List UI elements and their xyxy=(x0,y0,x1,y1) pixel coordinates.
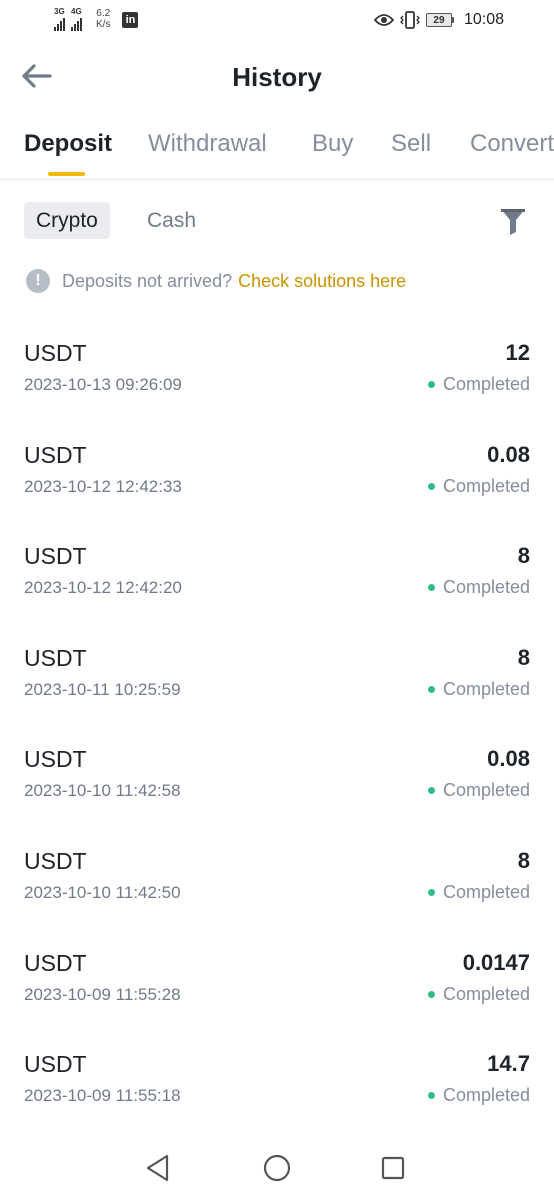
chip-cash[interactable]: Cash xyxy=(135,202,208,239)
tab-sell[interactable]: Sell xyxy=(391,130,431,158)
tab-withdrawal[interactable]: Withdrawal xyxy=(148,130,267,158)
tab-convert[interactable]: Convert xyxy=(470,130,554,158)
status-text: Completed xyxy=(442,983,530,1004)
status-dot-icon xyxy=(427,990,435,998)
battery-level: 29 xyxy=(425,13,452,27)
deposit-date: 2023-10-12 12:42:20 xyxy=(24,578,182,598)
nav-back-button[interactable] xyxy=(138,1148,178,1188)
list-item[interactable]: USDT 2023-10-10 11:42:50 8 Completed xyxy=(0,838,554,940)
status-text: Completed xyxy=(442,678,530,699)
status-dot-icon xyxy=(427,1092,435,1100)
coin-name: USDT xyxy=(24,644,87,671)
network-speed: 6.2 K/s xyxy=(96,8,110,30)
status-text: Completed xyxy=(442,881,530,902)
status-text: Completed xyxy=(442,374,530,394)
status-badge: Completed xyxy=(427,577,530,598)
signal-3g-label: 3G xyxy=(54,7,65,16)
header: History xyxy=(0,48,554,108)
coin-name: USDT xyxy=(24,340,87,366)
battery-icon: 29 xyxy=(425,13,454,27)
page-title: History xyxy=(232,62,322,92)
deposit-date: 2023-10-09 11:55:28 xyxy=(24,984,181,1004)
status-bar: 3G 4G 6.2 K/s in 29 10:08 xyxy=(0,0,554,44)
status-dot-icon xyxy=(427,787,435,795)
status-text: Completed xyxy=(442,577,530,598)
status-text: Completed xyxy=(442,780,530,801)
coin-name: USDT xyxy=(24,1051,87,1078)
status-badge: Completed xyxy=(427,780,530,801)
coin-name: USDT xyxy=(24,543,87,570)
coin-name: USDT xyxy=(24,441,87,468)
signal-4g-icon: 4G xyxy=(71,8,82,31)
system-nav-bar xyxy=(0,1136,554,1200)
signal-3g-icon: 3G xyxy=(54,8,65,31)
deposit-amount: 8 xyxy=(517,644,530,670)
linkedin-icon: in xyxy=(122,12,139,28)
coin-name: USDT xyxy=(24,847,87,874)
coin-name: USDT xyxy=(24,746,87,773)
vibrate-icon xyxy=(400,11,420,29)
deposit-date: 2023-10-10 11:42:50 xyxy=(24,882,181,902)
deposit-notice: ! Deposits not arrived? Check solutions … xyxy=(26,266,406,296)
list-item[interactable]: USDT 2023-10-10 11:42:58 0.08 Completed xyxy=(0,736,554,838)
deposit-date: 2023-10-12 12:42:33 xyxy=(24,476,182,496)
clock: 10:08 xyxy=(463,11,504,28)
status-dot-icon xyxy=(427,482,435,490)
notice-text: Deposits not arrived? xyxy=(62,270,233,291)
status-badge: Completed xyxy=(427,374,530,395)
coin-name: USDT xyxy=(24,949,87,976)
deposit-amount: 14.7 xyxy=(487,1051,530,1077)
deposit-date: 2023-10-13 09:26:09 xyxy=(24,375,182,394)
tab-buy[interactable]: Buy xyxy=(312,130,353,158)
status-dot-icon xyxy=(427,381,435,388)
funnel-icon[interactable] xyxy=(500,208,526,236)
nav-home-button[interactable] xyxy=(257,1148,297,1188)
status-dot-icon xyxy=(427,888,435,896)
deposit-amount: 0.08 xyxy=(487,746,530,772)
status-dot-icon xyxy=(427,584,435,592)
list-item[interactable]: USDT 2023-10-12 12:42:20 8 Completed xyxy=(0,533,554,635)
tab-deposit[interactable]: Deposit xyxy=(24,130,112,158)
list-item[interactable]: USDT 2023-10-09 11:55:28 0.0147 Complete… xyxy=(0,940,554,1042)
deposit-date: 2023-10-10 11:42:58 xyxy=(24,781,181,801)
deposit-amount: 0.08 xyxy=(487,441,530,467)
status-badge: Completed xyxy=(427,678,530,700)
deposit-date: 2023-10-09 11:55:18 xyxy=(24,1086,181,1106)
signal-4g-label: 4G xyxy=(71,7,82,16)
deposit-amount: 0.0147 xyxy=(462,949,530,975)
deposit-list: USDT 2023-10-13 09:26:09 12 Completed US… xyxy=(0,330,554,1143)
deposit-amount: 8 xyxy=(517,847,530,873)
status-badge: Completed xyxy=(427,1085,530,1106)
triangle-back-icon xyxy=(146,1154,169,1182)
deposit-amount: 8 xyxy=(517,543,530,569)
exclamation-circle-icon: ! xyxy=(26,269,50,293)
list-item[interactable]: USDT 2023-10-12 12:42:33 0.08 Completed xyxy=(0,432,554,534)
square-recent-icon xyxy=(381,1156,405,1180)
active-tab-indicator xyxy=(48,172,85,176)
status-text: Completed xyxy=(442,1085,530,1106)
circle-home-icon xyxy=(263,1154,291,1182)
status-badge: Completed xyxy=(427,881,530,903)
chip-crypto[interactable]: Crypto xyxy=(24,202,110,239)
network-speed-value: 6.2 xyxy=(96,8,111,19)
list-item[interactable]: USDT 2023-10-09 11:55:18 14.7 Completed xyxy=(0,1041,554,1143)
history-tabs: Deposit Withdrawal Buy Sell Convert xyxy=(0,118,554,180)
status-text: Completed xyxy=(442,475,530,496)
list-item[interactable]: USDT 2023-10-11 10:25:59 8 Completed xyxy=(0,635,554,737)
nav-recent-button[interactable] xyxy=(373,1148,413,1188)
asset-type-filter: Crypto Cash xyxy=(0,202,554,242)
check-solutions-link[interactable]: Check solutions here xyxy=(238,271,406,292)
list-item[interactable]: USDT 2023-10-13 09:26:09 12 Completed xyxy=(0,330,554,432)
deposit-amount: 12 xyxy=(505,340,530,365)
status-badge: Completed xyxy=(427,983,530,1005)
deposit-date: 2023-10-11 10:25:59 xyxy=(24,679,181,699)
status-badge: Completed xyxy=(427,475,530,497)
status-dot-icon xyxy=(427,685,435,693)
network-speed-unit: K/s xyxy=(96,19,111,30)
eye-icon xyxy=(373,13,394,27)
